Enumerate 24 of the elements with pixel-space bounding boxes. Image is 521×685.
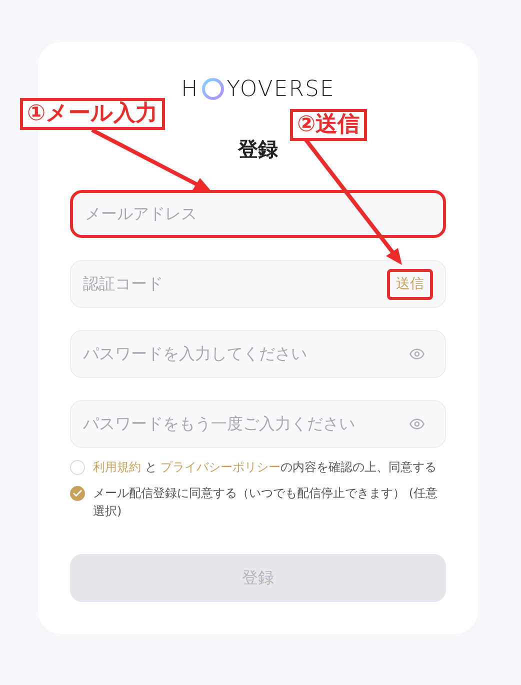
checkbox[interactable]	[70, 486, 85, 501]
text-input[interactable]: 認証コード	[83, 272, 387, 296]
eye-icon[interactable]	[409, 416, 425, 432]
annotation-label: ①メール入力	[20, 98, 165, 130]
annotation-label: ②送信	[290, 109, 367, 141]
password-field[interactable]: パスワードを入力してください	[70, 330, 446, 378]
logo-text: YOVERSE	[226, 76, 335, 104]
logo-text: H	[181, 76, 199, 104]
agreement-text: 利用規約 と プライバシーポリシーの内容を確認の上、同意する	[93, 459, 437, 476]
policy-link[interactable]: プライバシーポリシー	[160, 460, 281, 474]
agreement-text: メール配信登録に同意する（いつでも配信停止できます） (任意選択)	[93, 485, 438, 520]
password-field[interactable]: パスワードをもう一度ご入力ください	[70, 400, 446, 448]
code-field[interactable]: 認証コード 送信	[70, 260, 446, 308]
send-button[interactable]: 送信	[387, 268, 433, 300]
checkbox[interactable]	[70, 460, 85, 475]
text-input[interactable]: パスワードをもう一度ご入力ください	[83, 412, 409, 436]
check-icon	[72, 488, 83, 499]
eye-icon[interactable]	[409, 346, 425, 362]
text-input[interactable]: メールアドレス	[85, 202, 431, 226]
policy-link[interactable]: 利用規約	[93, 460, 141, 474]
email-field[interactable]: メールアドレス	[70, 190, 446, 238]
text-input[interactable]: パスワードを入力してください	[83, 342, 409, 366]
ring-icon	[200, 77, 225, 101]
page-title: 登録	[236, 136, 279, 163]
